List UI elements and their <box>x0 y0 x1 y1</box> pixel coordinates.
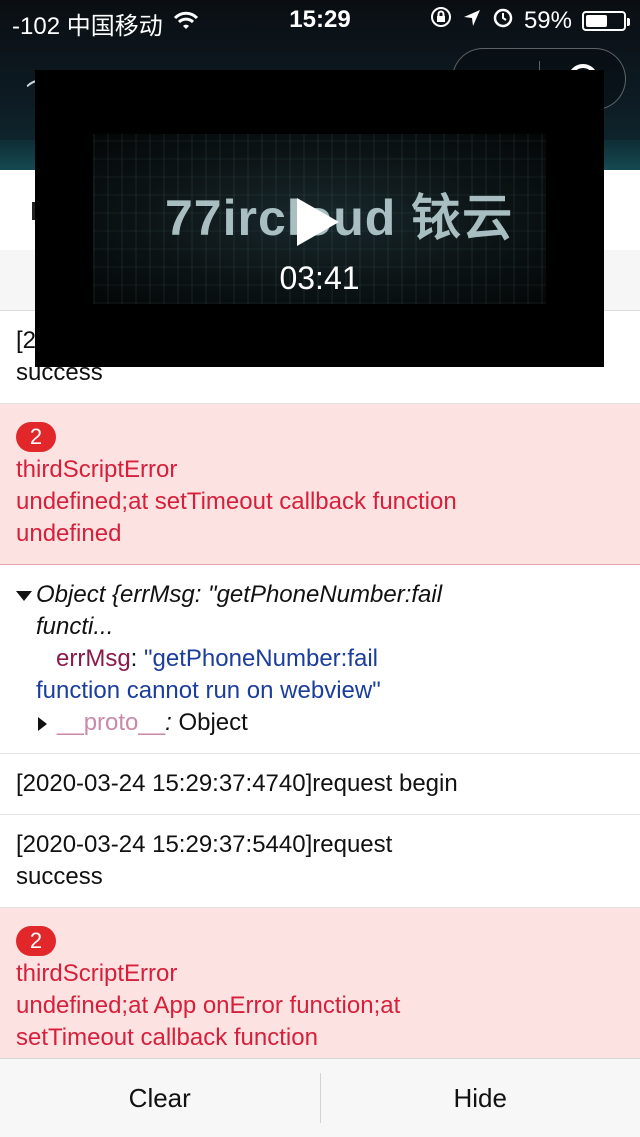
clear-button[interactable]: Clear <box>0 1059 320 1137</box>
proto-sep: : <box>165 709 178 736</box>
error-line: thirdScriptError <box>16 958 624 990</box>
error-count-badge: 2 <box>16 422 56 452</box>
object-entry[interactable]: Object {errMsg: "getPhoneNumber:fail fun… <box>0 565 640 754</box>
object-summary-line: functi... <box>16 611 624 643</box>
error-count-badge: 2 <box>16 926 56 956</box>
property-key: errMsg <box>56 645 131 672</box>
log-text: [2020-03-24 15:29:37:4740]request begin <box>16 768 624 800</box>
battery-fill <box>586 15 607 27</box>
log-text: [2020-03-24 15:29:37:5440]request <box>16 829 624 861</box>
error-line: undefined;at App onError function;at <box>16 990 624 1022</box>
alarm-icon <box>492 6 514 35</box>
proto-value: Object <box>178 709 247 736</box>
play-icon[interactable] <box>297 198 339 246</box>
console-action-bar: Clear Hide <box>0 1058 640 1137</box>
collapse-triangle-icon[interactable] <box>38 717 47 731</box>
error-line: undefined;at setTimeout callback functio… <box>16 486 624 518</box>
location-arrow-icon <box>462 7 482 35</box>
log-entry: [2020-03-24 15:29:37:5440]request succes… <box>0 815 640 908</box>
battery-icon <box>582 11 626 31</box>
error-line: undefined <box>16 518 624 550</box>
error-entry: 2 thirdScriptError undefined;at setTimeo… <box>0 404 640 565</box>
floating-video-player[interactable]: 77ircloud 铱云 03:41 <box>35 70 604 367</box>
property-value: function cannot run on webview" <box>16 675 624 707</box>
error-line: thirdScriptError <box>16 454 624 486</box>
status-right: 59% <box>430 6 626 35</box>
object-summary[interactable]: Object {errMsg: "getPhoneNumber:fail <box>16 579 624 611</box>
video-duration: 03:41 <box>35 260 604 297</box>
proto-key: __proto__ <box>57 709 165 736</box>
expand-triangle-icon[interactable] <box>16 591 32 601</box>
property-value: "getPhoneNumber:fail <box>144 645 378 672</box>
hide-button[interactable]: Hide <box>321 1059 640 1137</box>
property-colon: : <box>131 645 144 672</box>
console-log-list[interactable]: [2 success 2 thirdScriptError undefined;… <box>0 311 640 1101</box>
object-property: errMsg: "getPhoneNumber:fail <box>16 643 624 675</box>
object-summary-line: Object {errMsg: "getPhoneNumber:fail <box>36 581 442 608</box>
proto-row[interactable]: __proto__: Object <box>16 707 624 739</box>
error-line: setTimeout callback function <box>16 1022 624 1054</box>
orientation-lock-icon <box>430 6 452 35</box>
log-entry: [2020-03-24 15:29:37:4740]request begin <box>0 754 640 815</box>
video-logo: 77ircloud 铱云 <box>165 178 513 250</box>
status-bar: -102 中国移动 15:29 59% <box>0 0 640 40</box>
log-text: success <box>16 861 624 893</box>
battery-percent: 59% <box>524 7 572 35</box>
